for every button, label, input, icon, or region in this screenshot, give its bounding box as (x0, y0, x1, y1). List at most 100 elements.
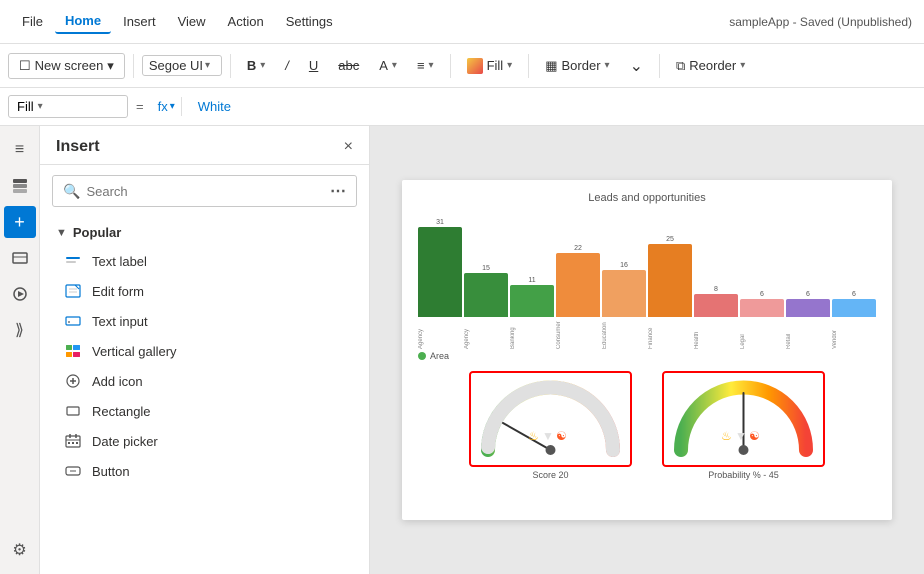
chart-bar: 11 (510, 277, 554, 317)
toolbar-divider-4 (528, 54, 529, 78)
reorder-chevron-icon: ▾ (740, 60, 745, 71)
text-label-icon (64, 252, 82, 270)
insert-close-button[interactable]: × (344, 138, 353, 156)
chart-bar: 6 (832, 291, 876, 317)
align-chevron-icon: ▾ (429, 60, 434, 71)
fill-button[interactable]: Fill ▾ (459, 54, 521, 78)
border-label: Border (562, 58, 601, 73)
chart-legend: Area (414, 351, 880, 361)
menu-file[interactable]: File (12, 10, 53, 33)
chart-bar: 15 (464, 265, 508, 317)
search-input[interactable] (86, 184, 324, 199)
insert-search-box[interactable]: 🔍 ⋯ (52, 175, 357, 207)
chart-bar: 8 (694, 286, 738, 317)
fx-label: fx (158, 99, 168, 114)
rectangle-icon (64, 402, 82, 420)
edit-form-icon (64, 282, 82, 300)
popular-chevron-icon: ▼ (56, 227, 67, 239)
property-label: Fill (17, 99, 34, 114)
menu-settings[interactable]: Settings (276, 10, 343, 33)
underline-label: U (309, 58, 318, 73)
svg-text:♨: ♨ (721, 429, 732, 443)
fill-chevron-icon: ▾ (507, 60, 512, 71)
more-icon: ⌄ (630, 56, 643, 76)
chart-bar: 6 (786, 291, 830, 317)
app-title: sampleApp - Saved (Unpublished) (729, 15, 912, 29)
add-component-button[interactable]: + (4, 206, 36, 238)
menu-home[interactable]: Home (55, 9, 111, 34)
italic-button[interactable]: / (277, 54, 297, 77)
list-item[interactable]: Button (40, 456, 369, 486)
strikethrough-button[interactable]: abc (330, 54, 367, 77)
italic-label: / (285, 58, 289, 73)
connectors-button[interactable]: ⟫ (4, 314, 36, 346)
chart-title: Leads and opportunities (414, 192, 880, 204)
media-button[interactable] (4, 278, 36, 310)
toolbar-divider-1 (133, 54, 134, 78)
bold-button[interactable]: B ▾ (239, 54, 273, 77)
reorder-label: Reorder (689, 58, 736, 73)
svg-text:▼: ▼ (542, 429, 554, 443)
insert-panel: Insert × 🔍 ⋯ ▼ Popular Text label (40, 126, 370, 574)
font-size-label: A (379, 58, 388, 73)
legend-label: Area (430, 351, 449, 361)
fx-button[interactable]: fx ▾ (152, 97, 182, 116)
menu-action[interactable]: Action (218, 10, 274, 33)
canvas-content: Leads and opportunities 31 15 11 (402, 180, 892, 520)
button-icon (64, 462, 82, 480)
gauge-2-label: Probability % - 45 (708, 470, 779, 480)
vertical-gallery-item-label: Vertical gallery (92, 344, 177, 359)
reorder-button[interactable]: ⧉ Reorder ▾ (668, 54, 753, 78)
more-button[interactable]: ⌄ (622, 52, 651, 80)
date-picker-icon (64, 432, 82, 450)
popular-category-header[interactable]: ▼ Popular (40, 219, 369, 246)
align-button[interactable]: ≡ ▾ (409, 54, 442, 77)
property-dropdown[interactable]: Fill ▾ (8, 95, 128, 118)
equals-symbol: = (136, 99, 144, 114)
toolbar-divider-5 (659, 54, 660, 78)
data-button[interactable] (4, 242, 36, 274)
border-icon: ▦ (545, 58, 557, 74)
toolbar: ☐ New screen ▾ Segoe UI ▾ B ▾ / U abc A … (0, 44, 924, 88)
bold-label: B (247, 58, 256, 73)
new-screen-button[interactable]: ☐ New screen ▾ (8, 53, 125, 79)
gauge-1: ♨ ▼ ☯ Score 20 (469, 371, 632, 480)
list-item[interactable]: Add icon (40, 366, 369, 396)
canvas-area: Leads and opportunities 31 15 11 (370, 126, 924, 574)
svg-text:▼: ▼ (735, 429, 747, 443)
settings-button[interactable]: ⚙ (4, 534, 36, 566)
formula-value[interactable]: White (190, 97, 916, 116)
layers-button[interactable] (4, 170, 36, 202)
chart-bar: 31 (418, 219, 462, 317)
chart-bar: 22 (556, 245, 600, 317)
search-more-icon[interactable]: ⋯ (330, 181, 346, 201)
list-item[interactable]: Date picker (40, 426, 369, 456)
text-input-item-label: Text input (92, 314, 148, 329)
formula-bar: Fill ▾ = fx ▾ White (0, 88, 924, 126)
new-screen-chevron-icon: ▾ (107, 58, 114, 74)
border-button[interactable]: ▦ Border ▾ (537, 54, 617, 78)
list-item[interactable]: Rectangle (40, 396, 369, 426)
list-item[interactable]: Vertical gallery (40, 336, 369, 366)
font-family-label: Segoe UI (149, 58, 203, 73)
insert-panel-title: Insert (56, 138, 100, 156)
list-item[interactable]: Text label (40, 246, 369, 276)
hamburger-menu-button[interactable]: ≡ (4, 134, 36, 166)
list-item[interactable]: Text input (40, 306, 369, 336)
menu-view[interactable]: View (168, 10, 216, 33)
list-item[interactable]: Edit form (40, 276, 369, 306)
chart-bar: 6 (740, 291, 784, 317)
underline-button[interactable]: U (301, 54, 326, 77)
text-label-item-label: Text label (92, 254, 147, 269)
menu-insert[interactable]: Insert (113, 10, 166, 33)
font-size-button[interactable]: A ▾ (371, 54, 405, 77)
toolbar-divider-2 (230, 54, 231, 78)
search-icon: 🔍 (63, 183, 80, 200)
new-screen-icon: ☐ (19, 58, 31, 74)
insert-panel-content: ▼ Popular Text label Edit form (40, 215, 369, 574)
legend-dot (418, 352, 426, 360)
edit-form-item-label: Edit form (92, 284, 144, 299)
svg-text:☯: ☯ (556, 429, 567, 443)
button-item-label: Button (92, 464, 130, 479)
menu-items: File Home Insert View Action Settings (12, 9, 343, 34)
